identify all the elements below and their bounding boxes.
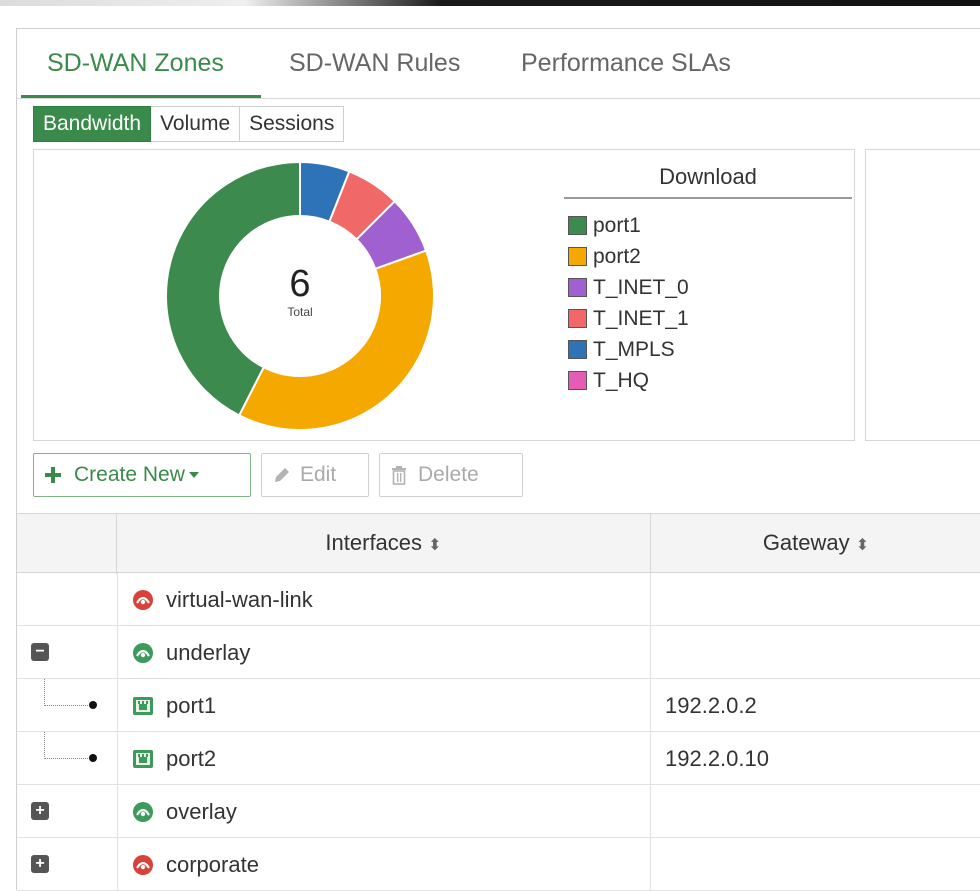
toggle-bandwidth[interactable]: Bandwidth	[33, 106, 152, 142]
view-toggle: Bandwidth Volume Sessions	[33, 106, 345, 142]
legend-item-t-inet-0[interactable]: T_INET_0	[568, 272, 689, 303]
tab-bar: SD-WAN Zones SD-WAN Rules Performance SL…	[17, 29, 980, 99]
donut-total-value: 6	[289, 263, 310, 305]
table-row[interactable]: − underlay	[17, 626, 980, 679]
tab-sdwan-zones[interactable]: SD-WAN Zones	[47, 49, 224, 78]
gateway-cell: 192.2.0.10	[665, 745, 769, 771]
table-row[interactable]: virtual-wan-link	[17, 573, 980, 626]
legend-item-t-hq[interactable]: T_HQ	[568, 365, 689, 396]
sdwan-zone-green-icon	[133, 801, 153, 822]
legend-swatch	[568, 340, 587, 359]
caret-down-icon	[188, 472, 199, 478]
plus-icon	[45, 467, 61, 483]
table-row[interactable]: + overlay	[17, 785, 980, 838]
legend-item-t-mpls[interactable]: T_MPLS	[568, 334, 689, 365]
header-interfaces[interactable]: Interfaces ⬍	[117, 514, 651, 574]
port-icon	[133, 696, 153, 715]
legend-item-port2[interactable]: port2	[568, 241, 689, 272]
gateway-cell	[651, 785, 980, 838]
tree-connector	[44, 705, 88, 706]
donut-slice-port2[interactable]	[237, 249, 435, 431]
member-bullet	[89, 701, 97, 709]
create-new-button[interactable]: Create New	[33, 453, 251, 497]
header-expand-column	[17, 514, 117, 574]
sdwan-zone-green-icon	[133, 642, 153, 663]
tab-sdwan-rules[interactable]: SD-WAN Rules	[289, 49, 460, 78]
legend-item-t-inet-1[interactable]: T_INET_1	[568, 303, 689, 334]
legend-swatch	[568, 309, 587, 328]
donut-total-label: Total	[287, 305, 312, 319]
trash-icon	[392, 466, 406, 485]
toggle-volume[interactable]: Volume	[151, 106, 241, 142]
table-header: Interfaces ⬍ Gateway ⬍	[17, 513, 980, 574]
gateway-cell	[651, 573, 980, 626]
legend-swatch	[568, 247, 587, 266]
legend-title: Download	[659, 164, 757, 189]
tree-connector	[44, 758, 88, 759]
gateway-cell	[651, 626, 980, 679]
tree-connector	[44, 679, 45, 706]
edit-button[interactable]: Edit	[261, 453, 369, 497]
legend-swatch	[568, 216, 587, 235]
chart-legend: port1 port2 T_INET_0 T_INET_1 T_MPLS T_H…	[568, 210, 689, 396]
sdwan-zone-red-icon	[133, 589, 153, 610]
zone-name: underlay	[166, 639, 251, 665]
table-row[interactable]: port1 192.2.0.2	[17, 679, 980, 732]
expand-icon[interactable]: +	[31, 855, 49, 873]
table-row[interactable]: + corporate	[17, 838, 980, 891]
download-chart-panel: 6 Total Download port1 port2 T_INET_0 T_…	[33, 149, 855, 441]
legend-divider	[564, 197, 852, 199]
legend-item-port1[interactable]: port1	[568, 210, 689, 241]
pencil-icon	[275, 468, 289, 482]
legend-swatch	[568, 278, 587, 297]
tab-performance-slas[interactable]: Performance SLAs	[521, 49, 731, 78]
interface-name: port2	[166, 745, 217, 771]
tree-connector	[44, 732, 45, 759]
gateway-cell: 192.2.0.2	[665, 692, 757, 718]
sort-icon: ⬍	[428, 537, 442, 554]
upload-chart-panel	[865, 149, 980, 441]
zone-name: corporate	[166, 851, 259, 877]
sort-icon: ⬍	[855, 537, 870, 554]
collapse-icon[interactable]: −	[31, 643, 49, 661]
header-gateway[interactable]: Gateway ⬍	[651, 514, 980, 574]
expand-icon[interactable]: +	[31, 802, 49, 820]
gateway-cell	[651, 838, 980, 891]
bandwidth-donut-chart: 6 Total	[165, 160, 435, 431]
sdwan-panel: SD-WAN Zones SD-WAN Rules Performance SL…	[16, 28, 980, 891]
delete-button[interactable]: Delete	[379, 453, 523, 497]
table-row[interactable]: port2 192.2.0.10	[17, 732, 980, 785]
port-icon	[133, 749, 153, 768]
active-tab-indicator	[21, 95, 261, 98]
member-bullet	[89, 754, 97, 762]
legend-swatch	[568, 371, 587, 390]
interface-name: port1	[166, 692, 217, 718]
toggle-sessions[interactable]: Sessions	[240, 106, 345, 142]
sdwan-zone-red-icon	[133, 854, 153, 875]
zone-name: overlay	[166, 798, 237, 824]
zone-name: virtual-wan-link	[166, 586, 313, 612]
